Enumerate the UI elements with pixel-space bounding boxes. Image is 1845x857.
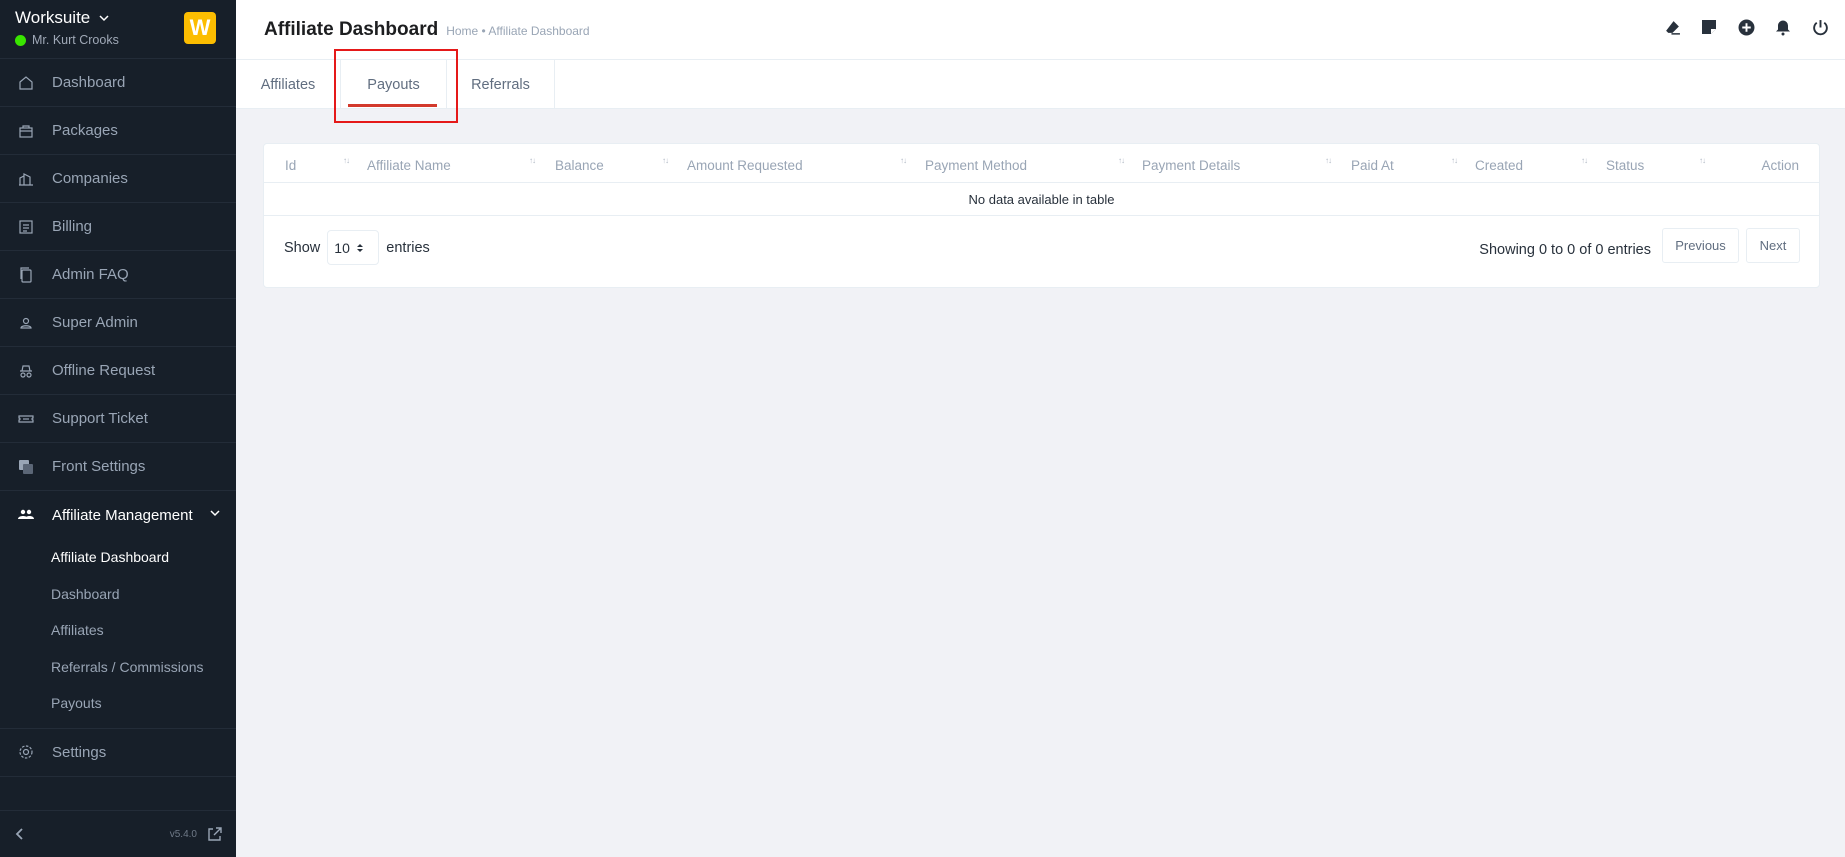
affiliate-submenu: Affiliate Dashboard Dashboard Affiliates… <box>0 539 236 729</box>
show-label: Show <box>284 239 321 256</box>
table-footer: Show 10 entries Showing 0 to 0 of 0 entr… <box>264 216 1819 286</box>
sidebar-item-packages[interactable]: Packages <box>0 107 236 155</box>
submenu-item-payouts[interactable]: Payouts <box>0 685 236 722</box>
logo: W <box>184 12 216 44</box>
sidebar-item-super-admin[interactable]: Super Admin <box>0 299 236 347</box>
box-icon <box>16 121 36 141</box>
column-header-payment-method[interactable]: Payment Method <box>925 158 1027 173</box>
page-size-value: 10 <box>334 239 350 256</box>
sort-icon: ↑↓ <box>1118 156 1125 165</box>
sidebar-item-dashboard[interactable]: Dashboard <box>0 59 236 107</box>
sidebar: Worksuite Mr. Kurt Crooks W Dashboard Pa… <box>0 0 236 857</box>
submenu-item-affiliate-dashboard[interactable]: Affiliate Dashboard <box>0 539 236 576</box>
table-header: Id ↑↓ Affiliate Name ↑↓ Balance ↑↓ Amoun… <box>264 144 1819 183</box>
column-header-balance[interactable]: Balance <box>555 158 604 173</box>
tab-referrals[interactable]: Referrals <box>447 60 555 109</box>
sort-caret-icon <box>356 243 363 252</box>
column-header-amount-requested[interactable]: Amount Requested <box>687 158 803 173</box>
page-length-control: Show 10 entries <box>284 230 430 265</box>
sidebar-item-label: Settings <box>52 743 107 761</box>
gear-icon <box>16 742 36 762</box>
table-info: Showing 0 to 0 of 0 entries <box>1479 242 1651 258</box>
layers-icon <box>16 457 36 477</box>
sidebar-footer: v5.4.0 <box>0 810 236 857</box>
receipt-icon <box>16 217 36 237</box>
home-icon <box>16 73 36 93</box>
column-header-affiliate-name[interactable]: Affiliate Name <box>367 158 451 173</box>
external-link-icon[interactable] <box>207 826 222 842</box>
sort-icon: ↑↓ <box>1581 156 1588 165</box>
app-version: v5.4.0 <box>169 828 197 840</box>
page-title: Affiliate Dashboard <box>264 18 439 40</box>
bell-icon[interactable] <box>1774 18 1792 36</box>
brand-name: Worksuite <box>15 8 91 27</box>
header-actions <box>1663 18 1829 36</box>
sort-icon: ↑↓ <box>1699 156 1706 165</box>
sidebar-item-offline-request[interactable]: Offline Request <box>0 347 236 395</box>
tab-payouts[interactable]: Payouts <box>341 60 447 109</box>
sort-icon: ↑↓ <box>529 156 536 165</box>
column-header-paid-at[interactable]: Paid At <box>1351 158 1394 173</box>
sidebar-item-label: Packages <box>52 122 118 139</box>
sidebar-item-label: Dashboard <box>52 74 126 91</box>
sidebar-item-label: Admin FAQ <box>52 266 129 283</box>
power-icon[interactable] <box>1811 18 1829 36</box>
column-header-status[interactable]: Status <box>1606 158 1644 173</box>
submenu-item-referrals-commissions[interactable]: Referrals / Commissions <box>0 649 236 686</box>
sidebar-item-label: Support Ticket <box>52 410 148 427</box>
tab-affiliates[interactable]: Affiliates <box>236 60 341 109</box>
user-icon <box>16 313 36 333</box>
column-header-action: Action <box>1761 158 1799 173</box>
sidebar-item-label: Super Admin <box>52 314 138 331</box>
users-icon <box>16 505 36 525</box>
sidebar-item-affiliate-management[interactable]: Affiliate Management <box>0 491 236 539</box>
top-header: Affiliate Dashboard Home • Affiliate Das… <box>236 0 1845 60</box>
sort-icon: ↑↓ <box>1325 156 1332 165</box>
page-size-select[interactable]: 10 <box>327 230 380 265</box>
sidebar-item-billing[interactable]: Billing <box>0 203 236 251</box>
collapse-sidebar-icon[interactable] <box>14 827 26 841</box>
breadcrumb[interactable]: Home • Affiliate Dashboard <box>446 24 589 38</box>
online-status-icon <box>15 34 26 46</box>
payouts-table-card: Id ↑↓ Affiliate Name ↑↓ Balance ↑↓ Amoun… <box>263 143 1820 288</box>
buildings-icon <box>16 169 36 189</box>
user-name: Mr. Kurt Crooks <box>32 33 119 47</box>
sidebar-item-admin-faq[interactable]: Admin FAQ <box>0 251 236 299</box>
sidebar-item-companies[interactable]: Companies <box>0 155 236 203</box>
eraser-icon[interactable] <box>1663 18 1681 36</box>
sidebar-item-label: Billing <box>52 218 93 235</box>
sidebar-item-label: Offline Request <box>52 362 156 379</box>
incognito-icon <box>16 361 36 381</box>
sticky-note-icon[interactable] <box>1700 18 1718 36</box>
chevron-down-icon <box>99 15 109 22</box>
sidebar-item-support-ticket[interactable]: Support Ticket <box>0 395 236 443</box>
chevron-down-icon <box>210 510 220 517</box>
sort-icon: ↑↓ <box>662 156 669 165</box>
column-header-created[interactable]: Created <box>1475 158 1523 173</box>
sidebar-item-label: Companies <box>52 170 128 187</box>
plus-circle-icon[interactable] <box>1737 18 1755 36</box>
copy-icon <box>16 265 36 285</box>
sort-icon: ↑↓ <box>1451 156 1458 165</box>
submenu-item-affiliates[interactable]: Affiliates <box>0 612 236 649</box>
ticket-icon <box>16 409 36 429</box>
column-header-id[interactable]: Id <box>285 158 296 173</box>
sidebar-item-settings[interactable]: Settings <box>0 729 236 777</box>
previous-page-button[interactable]: Previous <box>1662 228 1739 263</box>
sidebar-item-front-settings[interactable]: Front Settings <box>0 443 236 491</box>
brand-area: Worksuite Mr. Kurt Crooks W <box>0 0 236 59</box>
entries-label: entries <box>386 239 430 256</box>
column-header-payment-details[interactable]: Payment Details <box>1142 158 1240 173</box>
tab-bar: Affiliates Payouts Referrals <box>236 60 1845 109</box>
sidebar-item-label: Affiliate Management <box>52 506 193 524</box>
empty-table-message: No data available in table <box>264 183 1819 216</box>
next-page-button[interactable]: Next <box>1746 228 1800 263</box>
sort-icon: ↑↓ <box>900 156 907 165</box>
submenu-item-dashboard[interactable]: Dashboard <box>0 576 236 613</box>
sort-icon: ↑↓ <box>343 156 350 165</box>
sidebar-item-label: Front Settings <box>52 458 146 475</box>
